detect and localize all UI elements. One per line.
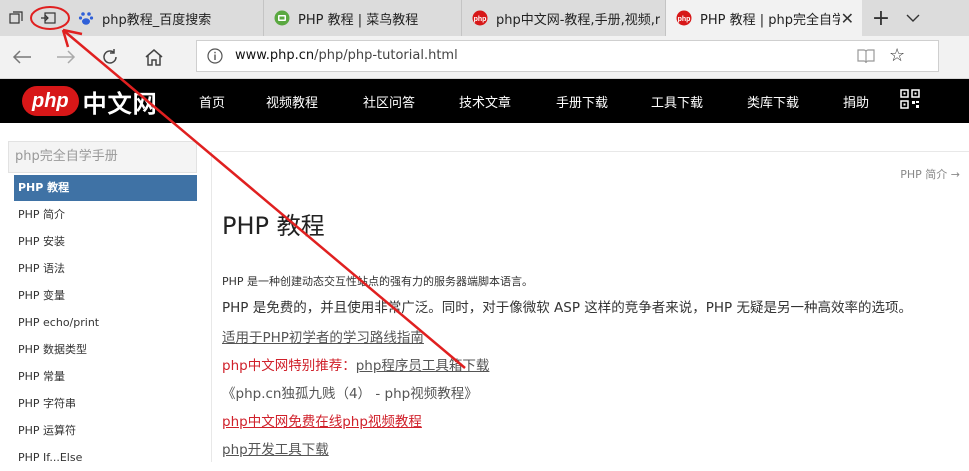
nav-articles[interactable]: 技术文章 (459, 92, 511, 111)
tab-php-cn[interactable]: php php中文网-教程,手册,视频,r (462, 0, 666, 36)
runoob-icon (274, 10, 290, 26)
qr-code-icon[interactable] (900, 89, 920, 109)
sidebar-item-php-strings[interactable]: PHP 字符串 (14, 391, 197, 417)
url-domain: www.php.cn (235, 48, 315, 63)
next-page-link[interactable]: PHP 简介 → (900, 166, 960, 182)
new-tab-button[interactable]: + (868, 4, 894, 32)
site-logo[interactable]: php 中文网 (22, 84, 158, 118)
beginner-guide-link[interactable]: 适用于PHP初学者的学习路线指南 (222, 326, 424, 346)
description-paragraph: PHP 是免费的，并且使用非常广泛。同时，对于像微软 ASP 这样的竞争者来说，… (222, 300, 912, 316)
address-bar[interactable]: www.php.cn/php/php-tutorial.html ☆ (196, 40, 939, 72)
home-button[interactable] (140, 44, 168, 70)
tab-title: PHP 教程 | php完全自学 (700, 12, 840, 28)
nav-video[interactable]: 视频教程 (266, 92, 318, 111)
svg-text:php: php (678, 16, 691, 23)
nav-manuals[interactable]: 手册下载 (556, 92, 608, 111)
sidebar-item-php-tutorial[interactable]: PHP 教程 (14, 175, 197, 201)
tutorial-sidebar: php完全自学手册 PHP 教程 PHP 简介 PHP 安装 PHP 语法 PH… (8, 141, 197, 464)
forward-button[interactable] (52, 44, 80, 70)
url-text: www.php.cn/php/php-tutorial.html (235, 48, 458, 63)
tab-preview-icon[interactable] (4, 6, 28, 30)
refresh-button[interactable] (96, 44, 124, 70)
url-path: /php/php-tutorial.html (314, 48, 458, 63)
set-tabs-aside-icon[interactable] (36, 6, 60, 30)
sidebar-item-php-syntax[interactable]: PHP 语法 (14, 256, 197, 282)
reading-view-icon[interactable] (857, 48, 875, 64)
site-header: php 中文网 首页 视频教程 社区问答 技术文章 手册下载 工具下载 类库下载… (0, 79, 969, 123)
address-toolbar: www.php.cn/php/php-tutorial.html ☆ (0, 36, 969, 79)
sidebar-item-php-variables[interactable]: PHP 变量 (14, 283, 197, 309)
sidebar-item-php-install[interactable]: PHP 安装 (14, 229, 197, 255)
sidebar-title: php完全自学手册 (8, 141, 197, 173)
chevron-down-icon[interactable] (900, 4, 926, 32)
logo-mark: php (22, 86, 79, 116)
nav-donate[interactable]: 捐助 (843, 92, 869, 111)
recommendation-line: php中文网特别推荐：php程序员工具箱下载 (222, 354, 489, 374)
recommendation-label: php中文网特别推荐： (222, 358, 356, 374)
sidebar-item-php-echo-print[interactable]: PHP echo/print (14, 310, 197, 336)
dev-tools-link[interactable]: php开发工具下载 (222, 438, 329, 458)
tab-title: php教程_百度搜索 (102, 12, 212, 28)
sidebar-item-php-constants[interactable]: PHP 常量 (14, 364, 197, 390)
back-button[interactable] (8, 44, 36, 70)
intro-paragraph: PHP 是一种创建动态交互性站点的强有力的服务器端脚本语言。 (222, 275, 534, 288)
favorite-star-icon[interactable]: ☆ (889, 45, 905, 66)
logo-text: 中文网 (82, 89, 158, 118)
page-title: PHP 教程 (222, 212, 325, 240)
tab-title: php中文网-教程,手册,视频,r (496, 12, 661, 28)
tab-title: PHP 教程 | 菜鸟教程 (298, 12, 419, 28)
php-cn-icon: php (676, 10, 692, 26)
tab-baidu[interactable]: php教程_百度搜索 (68, 0, 264, 36)
nav-qa[interactable]: 社区问答 (363, 92, 415, 111)
baidu-paw-icon (78, 10, 94, 26)
nav-libraries[interactable]: 类库下载 (747, 92, 799, 111)
nav-home[interactable]: 首页 (199, 92, 225, 111)
site-info-icon[interactable] (207, 48, 223, 64)
svg-text:php: php (474, 16, 487, 23)
sidebar-item-php-operators[interactable]: PHP 运算符 (14, 418, 197, 444)
tab-close-icon[interactable]: ✕ (841, 9, 854, 28)
php-cn-icon: php (472, 10, 488, 26)
tab-runoob[interactable]: PHP 教程 | 菜鸟教程 (264, 0, 462, 36)
tab-php-tutorial[interactable]: php PHP 教程 | php完全自学 ✕ (666, 0, 862, 36)
tab-strip: php教程_百度搜索 PHP 教程 | 菜鸟教程 php php中文网-教程,手… (0, 0, 969, 36)
sidebar-item-php-datatypes[interactable]: PHP 数据类型 (14, 337, 197, 363)
free-video-link[interactable]: php中文网免费在线php视频教程 (222, 410, 422, 430)
video-tutorial-link[interactable]: 《php.cn独孤九贱（4） - php视频教程》 (222, 382, 478, 402)
toolbox-download-link[interactable]: php程序员工具箱下载 (356, 358, 490, 374)
sidebar-item-php-intro[interactable]: PHP 简介 (14, 202, 197, 228)
nav-tools[interactable]: 工具下载 (651, 92, 703, 111)
sidebar-item-php-ifelse[interactable]: PHP If...Else (14, 445, 197, 471)
article-content: PHP 简介 → PHP 教程 PHP 是一种创建动态交互性站点的强有力的服务器… (211, 151, 969, 462)
